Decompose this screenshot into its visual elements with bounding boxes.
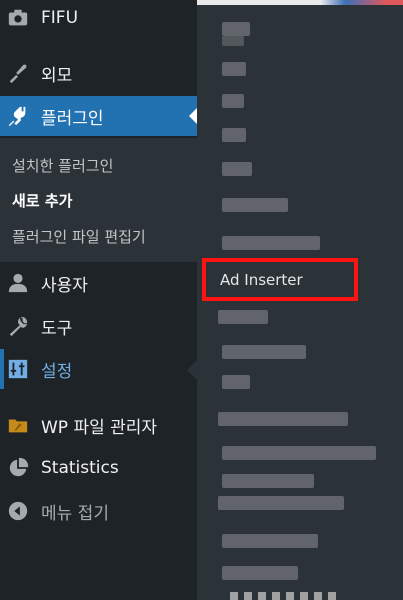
camera-icon xyxy=(7,7,29,29)
menu-label-statistics: Statistics xyxy=(41,458,119,478)
wrench-icon xyxy=(7,315,29,337)
redacted-item[interactable] xyxy=(218,412,348,426)
menu-item-tools[interactable]: 도구 xyxy=(0,306,197,346)
menu-label-fifu: FIFU xyxy=(41,8,79,28)
redacted-item[interactable] xyxy=(222,162,252,176)
flyout-top-strip xyxy=(197,0,403,5)
redacted-item[interactable] xyxy=(222,534,318,548)
menu-label-wp-file-manager: WP 파일 관리자 xyxy=(41,417,158,438)
menu-label-collapse: 메뉴 접기 xyxy=(41,503,109,524)
menu-label-appearance: 외모 xyxy=(41,65,73,86)
redacted-item[interactable] xyxy=(218,496,344,510)
user-icon xyxy=(7,272,29,294)
menu-item-fifu[interactable]: FIFU xyxy=(0,0,197,38)
bottom-strip xyxy=(230,592,340,600)
collapse-menu-button[interactable]: 메뉴 접기 xyxy=(0,491,197,531)
menu-label-settings: 설정 xyxy=(41,361,73,382)
redacted-item[interactable] xyxy=(222,375,250,389)
collapse-arrow-icon xyxy=(7,500,29,522)
redacted-item[interactable] xyxy=(222,36,244,46)
redacted-item[interactable] xyxy=(222,128,246,142)
menu-item-settings[interactable]: 설정 xyxy=(0,349,197,389)
highlight-annotation-box xyxy=(202,258,358,301)
menu-label-plugins: 플러그인 xyxy=(41,108,104,129)
menu-item-wp-file-manager[interactable]: WP 파일 관리자 xyxy=(0,405,197,445)
plugin-icon xyxy=(7,105,29,127)
redacted-item[interactable] xyxy=(222,62,246,76)
active-indicator xyxy=(189,108,197,124)
redacted-item[interactable] xyxy=(222,446,376,460)
settings-sliders-icon xyxy=(7,358,29,380)
folder-icon xyxy=(7,414,29,436)
menu-item-appearance[interactable]: 외모 xyxy=(0,53,197,93)
menu-item-plugins[interactable]: 플러그인 xyxy=(0,96,197,136)
submenu-add-new[interactable]: 새로 추가 xyxy=(12,190,72,211)
redacted-item[interactable] xyxy=(222,474,314,488)
flyout-notch xyxy=(187,360,197,380)
redacted-item[interactable] xyxy=(222,198,288,212)
redacted-item[interactable] xyxy=(222,22,250,36)
pie-chart-icon xyxy=(7,457,29,479)
redacted-item[interactable] xyxy=(218,310,268,324)
submenu-plugin-file-editor[interactable]: 플러그인 파일 편집기 xyxy=(12,226,146,247)
menu-label-tools: 도구 xyxy=(41,318,73,339)
menu-item-users[interactable]: 사용자 xyxy=(0,263,197,303)
menu-item-statistics[interactable]: Statistics xyxy=(0,448,197,488)
paintbrush-icon xyxy=(7,62,29,84)
redacted-item[interactable] xyxy=(222,345,306,359)
menu-label-users: 사용자 xyxy=(41,275,88,296)
redacted-item[interactable] xyxy=(222,94,244,108)
submenu-installed-plugins[interactable]: 설치한 플러그인 xyxy=(12,155,113,176)
redacted-item[interactable] xyxy=(222,566,298,580)
redacted-item[interactable] xyxy=(222,236,320,250)
